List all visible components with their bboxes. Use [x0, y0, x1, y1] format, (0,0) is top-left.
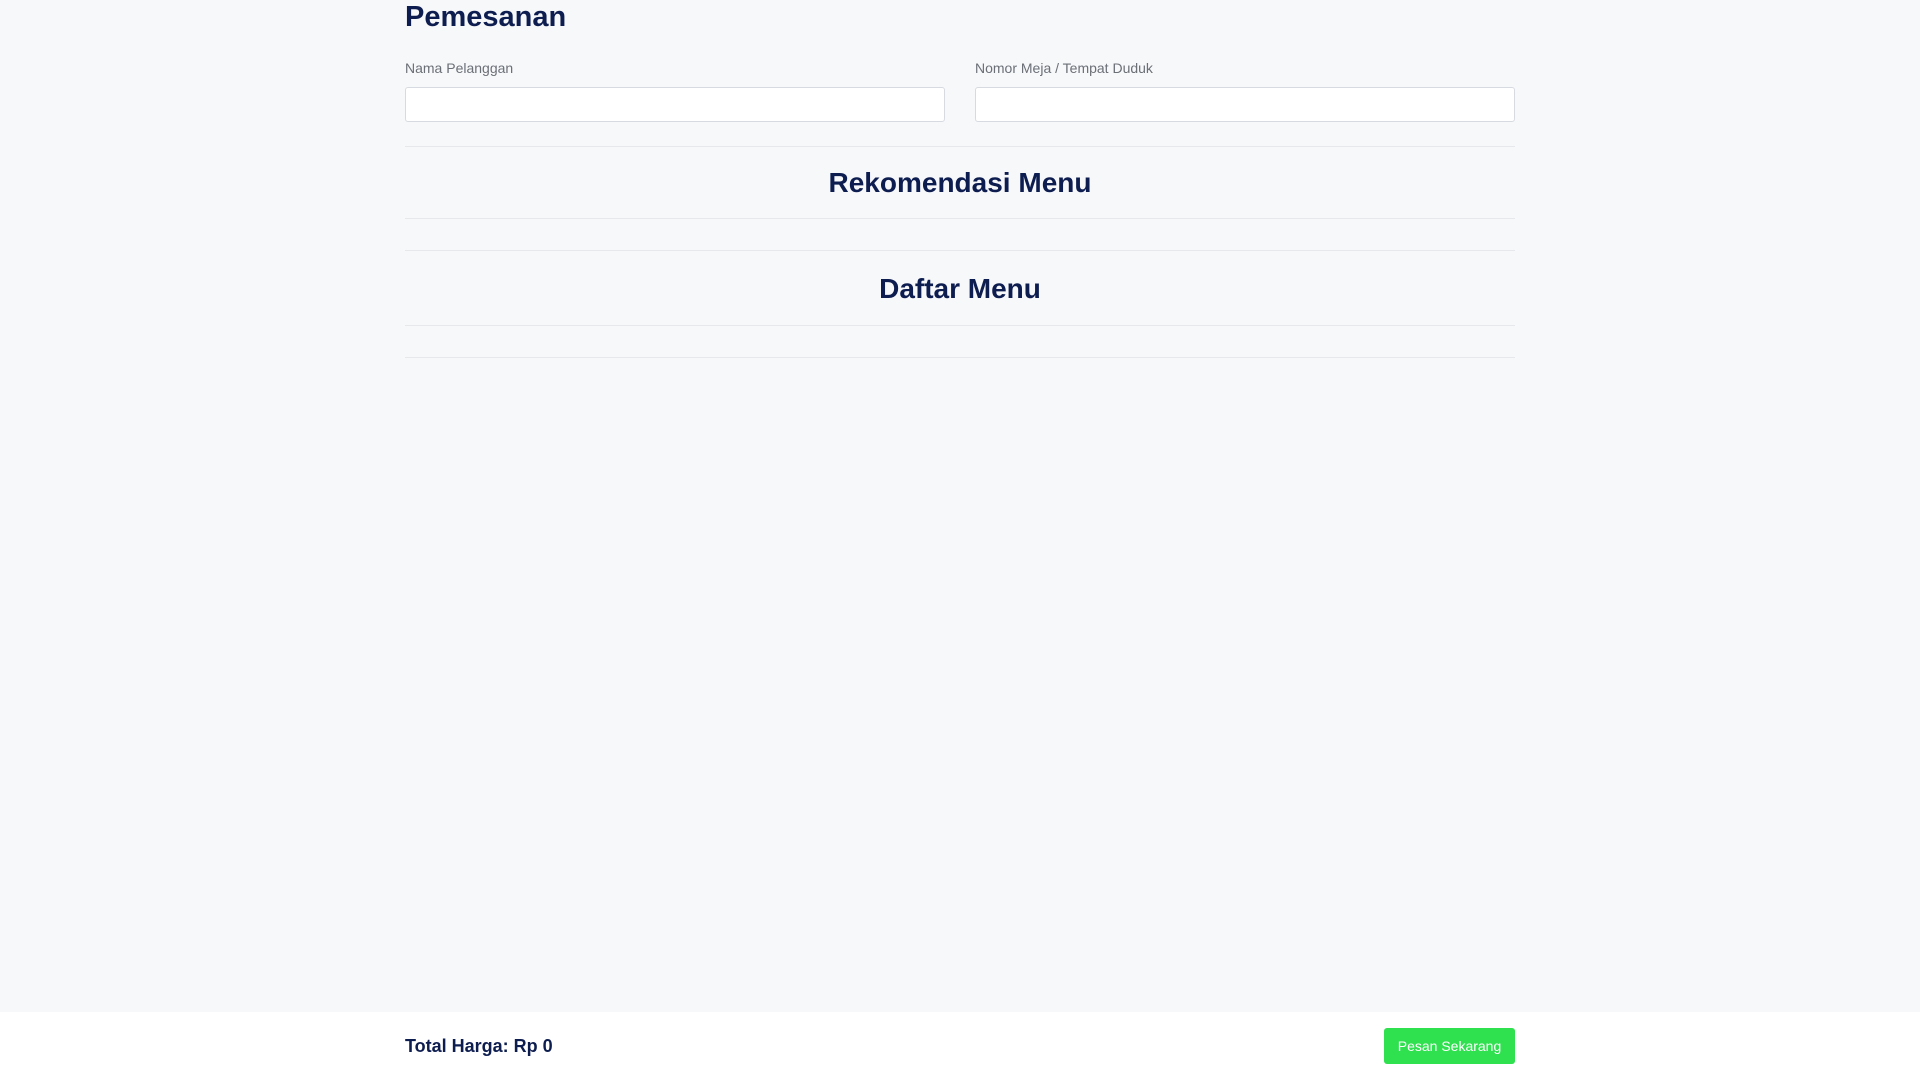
menu-header: Daftar Menu — [405, 253, 1515, 326]
recommendation-title: Rekomendasi Menu — [828, 166, 1092, 198]
recommendation-header: Rekomendasi Menu — [405, 146, 1515, 219]
order-page: Pemesanan Nama Pelanggan Nomor Meja / Te… — [0, 0, 1920, 1080]
customer-name-label: Nama Pelanggan — [405, 60, 514, 76]
order-form: Nama Pelanggan Nomor Meja / Tempat Duduk — [405, 58, 1515, 122]
recommendation-list — [405, 219, 1515, 251]
recommendation-section: Rekomendasi Menu — [405, 146, 1515, 251]
footer-content: Total Harga: Rp 0 Pesan Sekarang — [405, 1028, 1515, 1064]
page-title: Pemesanan — [405, 1, 567, 33]
order-now-button[interactable]: Pesan Sekarang — [1384, 1028, 1515, 1064]
menu-section: Daftar Menu — [405, 253, 1515, 358]
customer-name-input[interactable] — [405, 87, 945, 122]
menu-list — [405, 326, 1515, 358]
table-number-input[interactable] — [975, 87, 1515, 122]
total-price: Total Harga: Rp 0 — [405, 1035, 553, 1056]
order-footer: Total Harga: Rp 0 Pesan Sekarang — [0, 1012, 1920, 1080]
customer-name-group: Nama Pelanggan — [405, 58, 945, 122]
menu-title: Daftar Menu — [879, 273, 1041, 304]
table-number-group: Nomor Meja / Tempat Duduk — [975, 58, 1515, 122]
table-number-label: Nomor Meja / Tempat Duduk — [975, 60, 1153, 76]
